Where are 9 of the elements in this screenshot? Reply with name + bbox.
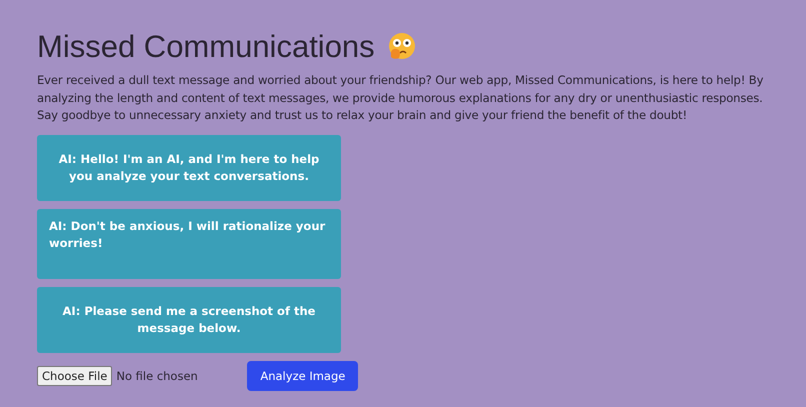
chat-message: AI: Please send me a screenshot of the message below. [37, 286, 341, 352]
chat-message: AI: Don't be anxious, I will rationalize your worries! [37, 208, 341, 278]
choose-file-button[interactable]: Choose File [37, 366, 112, 386]
page-title: Missed Communications [37, 28, 375, 66]
face-icon [386, 32, 417, 62]
analyze-image-button[interactable]: Analyze Image [247, 360, 358, 390]
chat-message: AI: Hello! I'm an AI, and I'm here to help you analyze your text conversations. [37, 134, 341, 200]
description-text: Ever received a dull text message and worried about your friendship? Our web app, Missed Communications, is here to help! By analyzing the length and content of text messages, we provide humorous explanations for any dry or unenthusiastic responses. Say goodbye to unnecessary anxiety and trust us to relax your brain and give your friend the benefit of the doubt! [37, 72, 764, 124]
file-status-text: No file chosen [116, 368, 199, 382]
